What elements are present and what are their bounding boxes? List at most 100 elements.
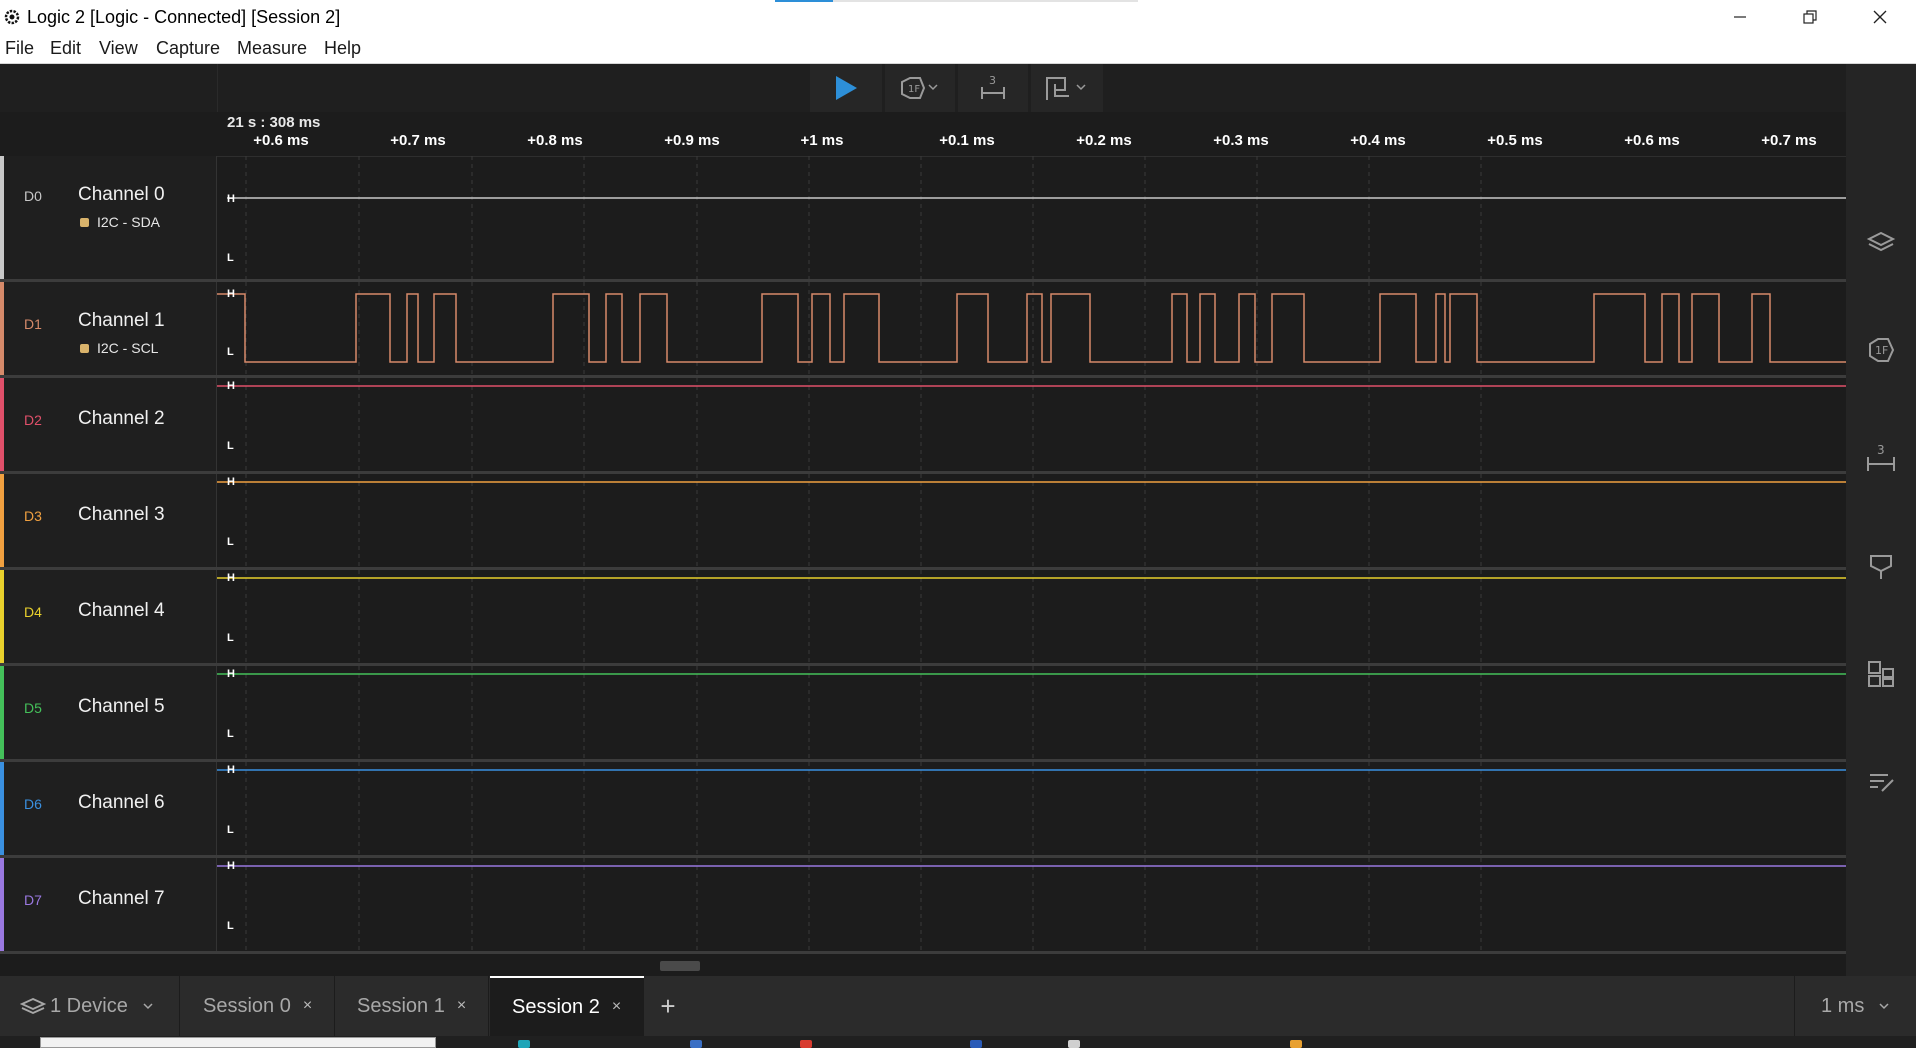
high-label: H [227, 193, 235, 205]
annotations-button[interactable] [1863, 548, 1899, 584]
window-title: Logic 2 [Logic - Connected] [Session 2] [27, 7, 341, 27]
waveform-channel-1[interactable]: H L [217, 282, 1846, 375]
menu-measure[interactable]: Measure [237, 38, 307, 59]
menu-help[interactable]: Help [324, 38, 361, 59]
close-icon [1873, 10, 1887, 24]
title-progress-bar [775, 0, 1138, 2]
taskbar-app-icon[interactable] [518, 1040, 530, 1048]
waveform-trace [217, 858, 1846, 951]
channel-name[interactable]: Channel 1 [78, 310, 165, 332]
channel-name[interactable]: Channel 2 [78, 408, 165, 430]
low-label: L [227, 632, 234, 644]
add-session-button[interactable]: + [648, 976, 688, 1036]
channel-color-bar [0, 282, 4, 375]
menu-view[interactable]: View [99, 38, 138, 59]
analyzer-color-icon [80, 217, 89, 227]
channel-row-0: D0 Channel 0 I2C - SDA H L [0, 156, 1846, 282]
channel-label-0[interactable]: D0 Channel 0 I2C - SDA [0, 156, 217, 279]
menu-file[interactable]: File [5, 38, 34, 59]
timing-markers-icon: 3 [1867, 443, 1895, 471]
analyzer-tag[interactable]: I2C - SDA [80, 214, 160, 230]
time-tick: +1 ms [800, 132, 844, 149]
timescale-selector[interactable]: 1 ms [1794, 976, 1916, 1036]
channel-color-bar [0, 378, 4, 471]
channel-row-5: D5 Channel 5 H L [0, 666, 1846, 762]
right-sidebar: 1F 3 [1846, 64, 1916, 976]
analyzers-button[interactable] [1863, 224, 1899, 260]
scrollbar-thumb[interactable] [660, 961, 700, 971]
channel-label-5[interactable]: D5 Channel 5 [0, 666, 217, 759]
trigger-settings-button[interactable]: 1F [1863, 332, 1899, 368]
close-icon[interactable]: × [457, 997, 466, 1015]
channel-name[interactable]: Channel 7 [78, 888, 165, 910]
play-icon [836, 76, 857, 100]
channel-label-2[interactable]: D2 Channel 2 [0, 378, 217, 471]
channel-label-1[interactable]: D1 Channel 1 I2C - SCL [0, 282, 217, 375]
waveform-channel-0[interactable]: H L [217, 156, 1846, 279]
trigger-settings-icon: 1F [1869, 338, 1895, 362]
tab-session-0[interactable]: Session 0 × [181, 976, 335, 1036]
annotations-icon [1870, 555, 1892, 579]
close-icon[interactable]: × [612, 998, 621, 1016]
waveform-channel-2[interactable]: H L [217, 378, 1846, 471]
channel-id: D6 [24, 796, 42, 812]
waveform-channel-3[interactable]: H L [217, 474, 1846, 567]
channel-row-6: D6 Channel 6 H L [0, 762, 1846, 858]
waveform-channel-4[interactable]: H L [217, 570, 1846, 663]
channel-name[interactable]: Channel 0 [78, 184, 165, 206]
notes-button[interactable] [1863, 764, 1899, 800]
waveform-channel-7[interactable]: H L [217, 858, 1846, 951]
time-tick: +0.5 ms [1487, 132, 1543, 149]
low-label: L [227, 824, 234, 836]
annotation-icon [1046, 77, 1086, 100]
chevron-down-icon [1879, 1003, 1889, 1010]
menu-capture[interactable]: Capture [156, 38, 220, 59]
capture-toolbar: 1F 3 [0, 64, 1846, 113]
menu-edit[interactable]: Edit [50, 38, 81, 59]
timescale-label: 1 ms [1821, 994, 1865, 1017]
svg-text:1F: 1F [908, 84, 920, 95]
channel-id: D0 [24, 188, 42, 204]
channel-color-bar [0, 570, 4, 663]
channel-label-3[interactable]: D3 Channel 3 [0, 474, 217, 567]
timing-markers-button[interactable]: 3 [1863, 440, 1899, 476]
taskbar-app-icon[interactable] [690, 1040, 702, 1048]
taskbar-search-box[interactable] [40, 1037, 436, 1048]
channel-label-7[interactable]: D7 Channel 7 [0, 858, 217, 951]
channel-label-6[interactable]: D6 Channel 6 [0, 762, 217, 855]
chevron-down-icon [143, 1003, 153, 1010]
trigger-dropdown-button[interactable]: 1F [885, 64, 955, 112]
channel-row-3: D3 Channel 3 H L [0, 474, 1846, 570]
taskbar-app-icon[interactable] [1290, 1040, 1302, 1048]
channel-label-4[interactable]: D4 Channel 4 [0, 570, 217, 663]
waveform-channel-5[interactable]: H L [217, 666, 1846, 759]
channel-name[interactable]: Channel 4 [78, 600, 165, 622]
taskbar-app-icon[interactable] [800, 1040, 812, 1048]
tab-session-1[interactable]: Session 1 × [335, 976, 489, 1036]
minimize-button[interactable] [1705, 0, 1775, 34]
high-label: H [227, 860, 235, 872]
measure-button[interactable]: 3 [958, 64, 1028, 112]
start-capture-button[interactable] [810, 64, 882, 112]
waveform-channel-6[interactable]: H L [217, 762, 1846, 855]
channel-name[interactable]: Channel 5 [78, 696, 165, 718]
extensions-button[interactable] [1863, 656, 1899, 692]
channel-name[interactable]: Channel 3 [78, 504, 165, 526]
annotation-dropdown-button[interactable] [1031, 64, 1103, 112]
taskbar-app-icon[interactable] [970, 1040, 982, 1048]
channel-id: D5 [24, 700, 42, 716]
device-selector[interactable]: 1 Device [0, 976, 180, 1036]
low-label: L [227, 346, 234, 358]
analyzer-tag[interactable]: I2C - SCL [80, 340, 158, 356]
channel-name[interactable]: Channel 6 [78, 792, 165, 814]
channel-row-2: D2 Channel 2 H L [0, 378, 1846, 474]
measure-icon: 3 [981, 74, 1005, 99]
taskbar-app-icon[interactable] [1068, 1040, 1080, 1048]
time-ruler[interactable]: 21 s : 308 ms +0.6 ms +0.7 ms +0.8 ms +0… [217, 112, 1846, 157]
restore-button[interactable] [1775, 0, 1845, 34]
tab-session-2[interactable]: Session 2 × [490, 976, 644, 1036]
svg-text:3: 3 [989, 74, 996, 87]
close-button[interactable] [1845, 0, 1915, 34]
close-icon[interactable]: × [303, 997, 312, 1015]
horizontal-scrollbar[interactable] [217, 954, 1846, 976]
